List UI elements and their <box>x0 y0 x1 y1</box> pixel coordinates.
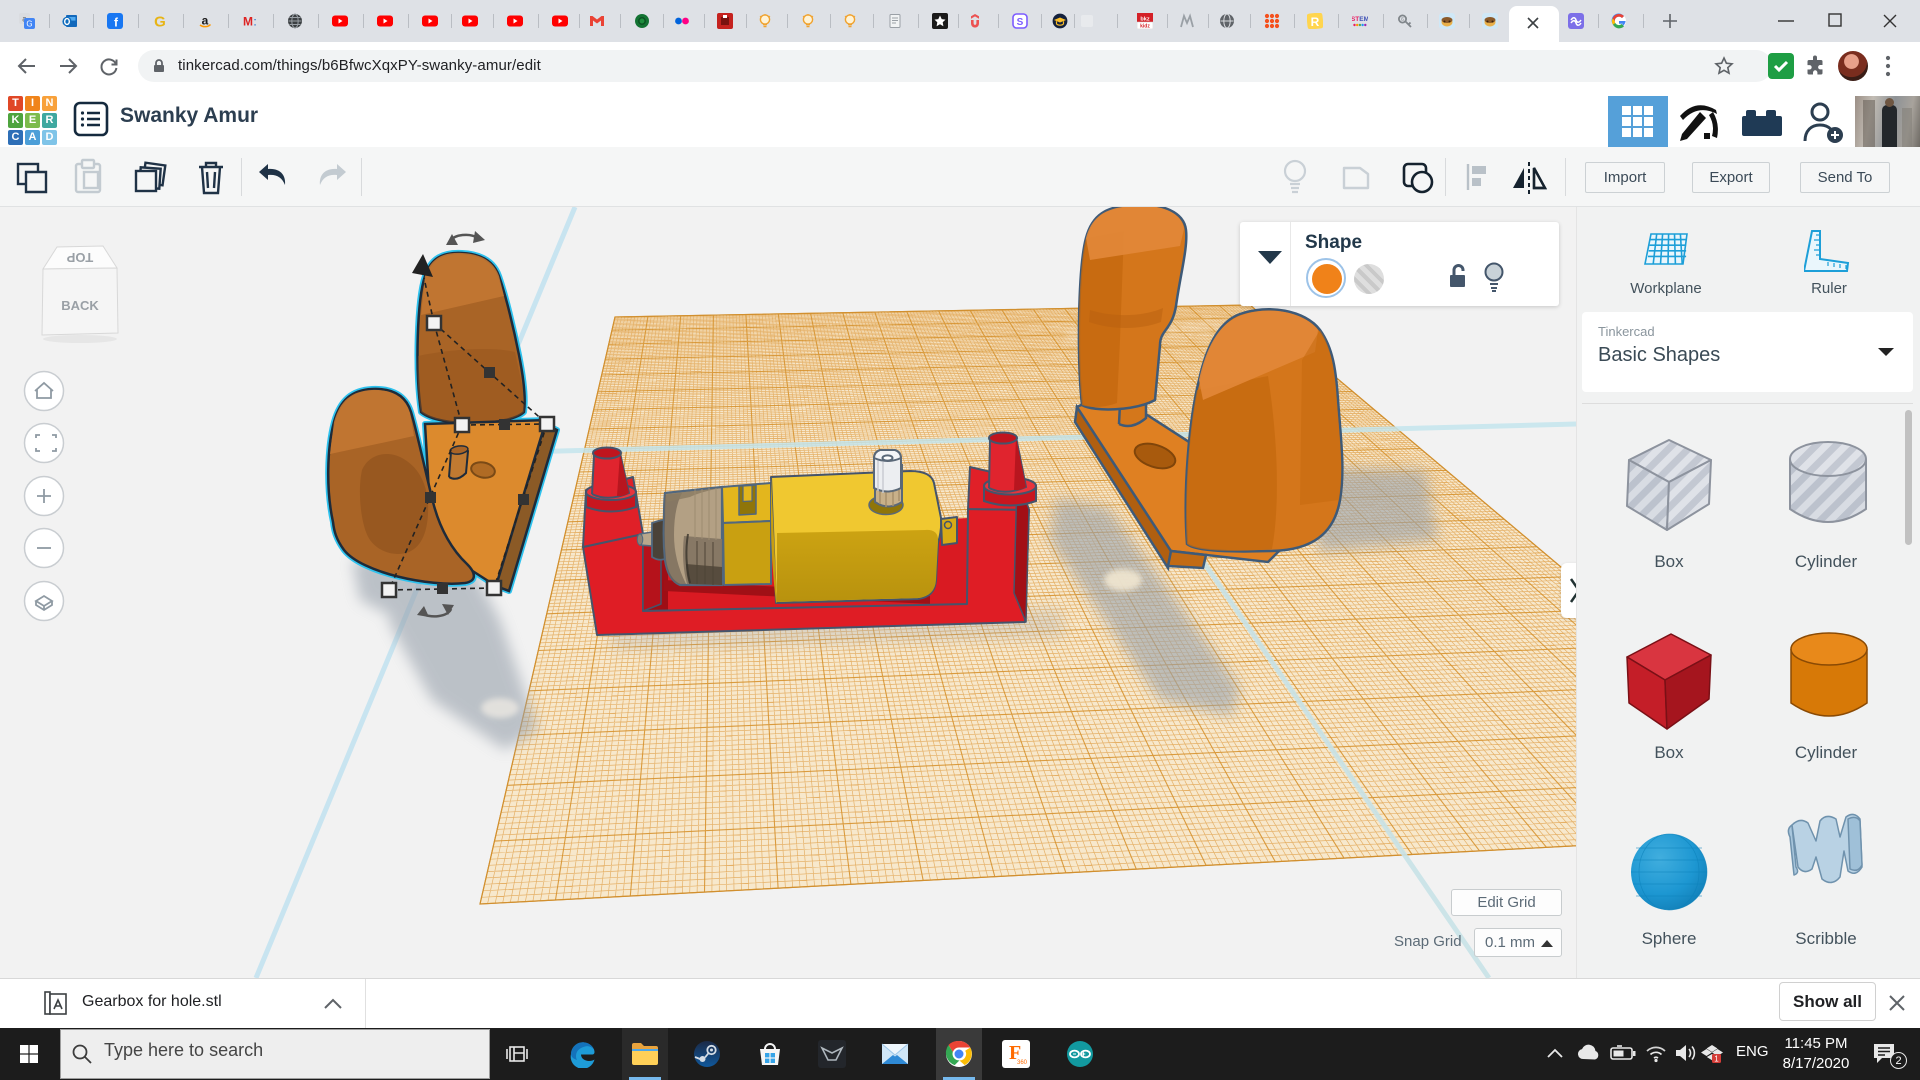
svg-text:6: 6 <box>1401 17 1404 23</box>
svg-text:BACK: BACK <box>61 298 99 313</box>
svg-text:bkz: bkz <box>1140 16 1149 22</box>
svg-text:S: S <box>1017 17 1024 28</box>
svg-text:R: R <box>1311 15 1320 29</box>
svg-text:a: a <box>202 14 209 28</box>
svg-text:kidz: kidz <box>1140 24 1150 29</box>
svg-text::: : <box>253 15 256 29</box>
svg-text:1: 1 <box>1714 1054 1719 1063</box>
svg-text:STEM: STEM <box>1352 16 1368 23</box>
svg-text:TOP: TOP <box>66 250 93 265</box>
svg-text:G: G <box>26 20 32 29</box>
svg-text:M: M <box>243 15 253 29</box>
svg-text:G: G <box>154 14 166 30</box>
